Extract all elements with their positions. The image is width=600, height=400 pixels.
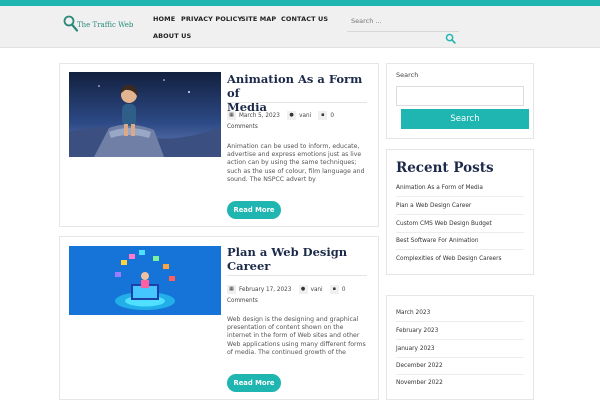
divider — [396, 357, 524, 358]
calendar-icon: ▦ — [227, 111, 236, 120]
post-date: February 17, 2023 — [239, 287, 292, 293]
calendar-icon: ▦ — [227, 285, 236, 294]
site-logo[interactable]: The Traffic Web — [63, 15, 133, 35]
post-title-line: Career — [227, 259, 271, 273]
header-search-input[interactable] — [347, 14, 459, 28]
post-comments-label[interactable]: Comments — [227, 124, 258, 130]
post-title-line: Animation As a Form of — [227, 72, 363, 100]
sidebar-search-button[interactable]: Search — [401, 109, 529, 129]
recent-posts-title: Recent Posts — [396, 160, 494, 176]
divider — [396, 249, 524, 250]
post-meta: ▦ February 17, 2023 ● vani ▪ 0 Comments — [227, 285, 377, 307]
recent-post-link[interactable]: Custom CMS Web Design Budget — [396, 221, 492, 227]
post-thumbnail[interactable] — [69, 72, 221, 157]
divider — [227, 275, 367, 276]
search-icon[interactable] — [445, 33, 456, 44]
nav-about-us[interactable]: ABOUT US — [153, 32, 191, 40]
recent-post-link[interactable]: Animation As a Form of Media — [396, 185, 483, 191]
read-more-button[interactable]: Read More — [227, 374, 281, 392]
search-widget-label: Search — [396, 71, 419, 79]
site-header: The Traffic Web HOME PRIVACY POLICY SITE… — [0, 6, 600, 48]
nav-site-map[interactable]: SITE MAP — [241, 15, 276, 23]
header-search-underline — [347, 31, 459, 32]
divider — [396, 232, 524, 233]
search-widget: Search Search — [386, 63, 534, 139]
post-comment-count: 0 — [341, 287, 346, 293]
nav-privacy-policy[interactable]: PRIVACY POLICY — [181, 15, 242, 23]
divider — [396, 321, 524, 322]
animated-child-image — [69, 72, 221, 157]
post-card: Animation As a Form of Media ▦ March 5, 2… — [59, 63, 379, 227]
post-title[interactable]: Plan a Web Design Career — [227, 245, 377, 273]
user-icon: ● — [287, 111, 297, 120]
recent-post-link[interactable]: Plan a Web Design Career — [396, 203, 471, 209]
post-author[interactable]: vani — [299, 113, 311, 119]
divider — [396, 196, 524, 197]
read-more-button[interactable]: Read More — [227, 201, 281, 219]
post-date: March 5, 2023 — [239, 113, 280, 119]
comment-icon: ▪ — [318, 111, 328, 120]
post-author[interactable]: vani — [311, 287, 323, 293]
user-icon: ● — [298, 285, 308, 294]
post-title-line: Plan a Web Design — [227, 245, 348, 259]
divider — [396, 374, 524, 375]
archive-link[interactable]: March 2023 — [396, 310, 430, 316]
recent-posts-widget: Recent Posts Animation As a Form of Medi… — [386, 149, 534, 275]
post-excerpt: Web design is the designing and graphica… — [227, 316, 366, 356]
archive-link[interactable]: December 2022 — [396, 363, 443, 369]
nav-home[interactable]: HOME — [153, 15, 175, 23]
post-excerpt: Animation can be used to inform, educate… — [227, 143, 365, 183]
divider — [227, 102, 367, 103]
recent-post-link[interactable]: Complexities of Web Design Careers — [396, 256, 502, 262]
recent-post-link[interactable]: Best Software For Animation — [396, 238, 479, 244]
archives-widget: March 2023 February 2023 January 2023 De… — [386, 295, 534, 400]
post-card: Plan a Web Design Career ▦ February 17, 2… — [59, 236, 379, 400]
archive-link[interactable]: November 2022 — [396, 380, 443, 386]
post-thumbnail[interactable] — [69, 246, 221, 315]
divider — [396, 339, 524, 340]
comment-icon: ▪ — [329, 285, 339, 294]
web-design-illustration — [69, 246, 221, 315]
site-logo-text: The Traffic Web — [77, 21, 134, 29]
post-meta: ▦ March 5, 2023 ● vani ▪ 0 Comments — [227, 111, 377, 133]
post-title[interactable]: Animation As a Form of Media — [227, 72, 377, 114]
nav-contact-us[interactable]: CONTACT US — [281, 15, 328, 23]
divider — [396, 214, 524, 215]
post-comments-label[interactable]: Comments — [227, 298, 258, 304]
post-comment-count: 0 — [330, 113, 334, 119]
sidebar-search-input[interactable] — [396, 86, 524, 106]
archive-link[interactable]: January 2023 — [396, 346, 435, 352]
archive-link[interactable]: February 2023 — [396, 328, 438, 334]
